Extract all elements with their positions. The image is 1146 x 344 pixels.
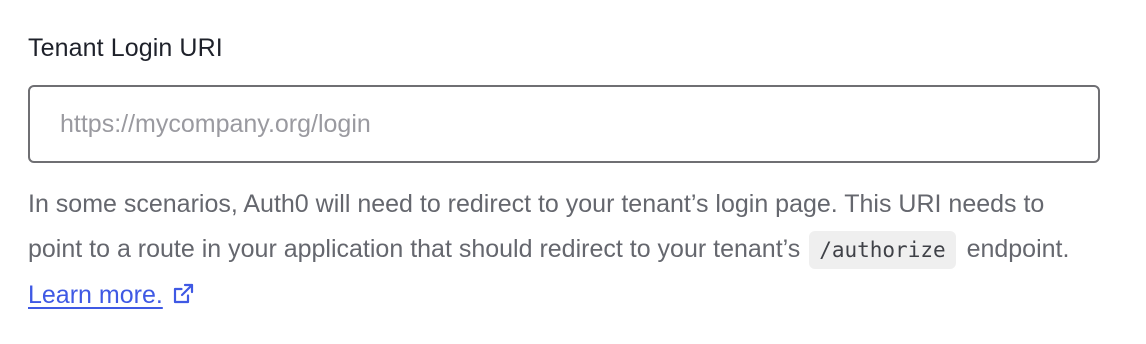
learn-more-link[interactable]: Learn more.: [28, 281, 163, 309]
learn-more-label: Learn more.: [28, 281, 163, 309]
tenant-login-uri-input[interactable]: [28, 85, 1100, 163]
help-text: In some scenarios, Auth0 will need to re…: [28, 182, 1100, 318]
field-label: Tenant Login URI: [28, 34, 223, 62]
tenant-login-uri-field: Tenant Login URI In some scenarios, Auth…: [28, 30, 1100, 318]
external-link-icon[interactable]: [171, 282, 195, 306]
help-text-after: endpoint.: [959, 235, 1070, 263]
authorize-code: /authorize: [809, 231, 956, 269]
